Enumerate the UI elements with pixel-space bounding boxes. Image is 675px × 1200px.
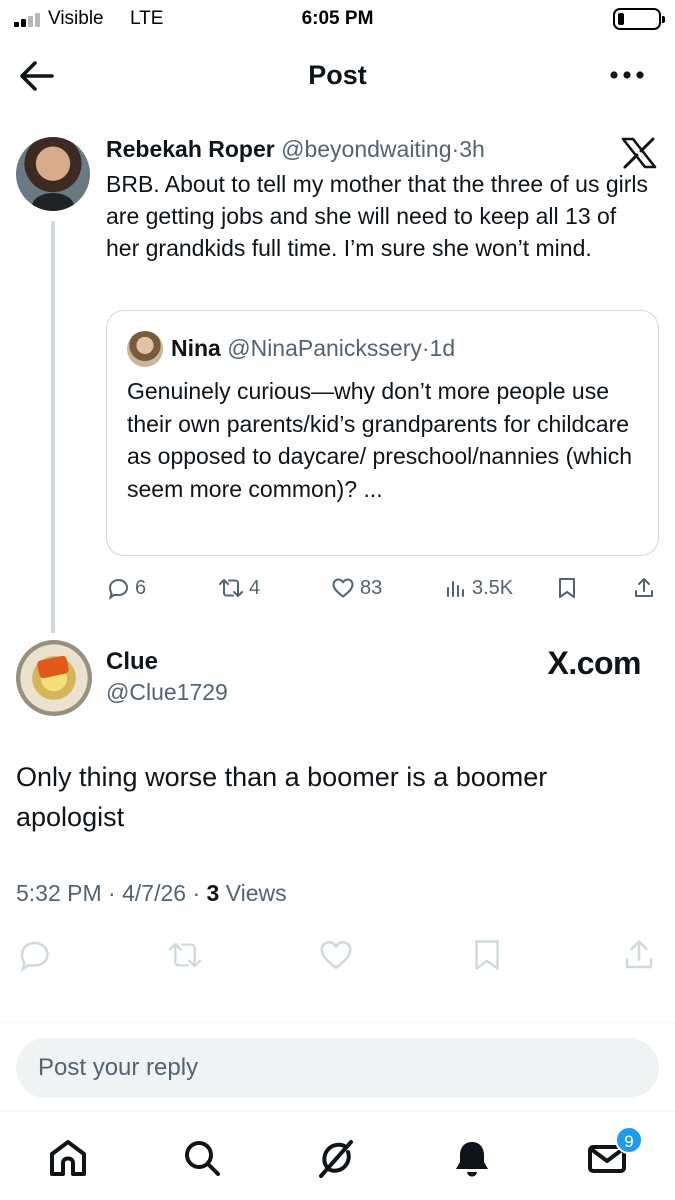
quoted-tweet-card[interactable]: Nina @NinaPanickssery·1d Genuinely curio…	[106, 310, 659, 556]
search-icon	[185, 1141, 220, 1176]
quoted-tweet-age: 1d	[429, 335, 456, 361]
reply-button[interactable]: 6	[106, 573, 146, 603]
post-header: Post	[0, 45, 675, 107]
main-tweet-text: Only thing worse than a boomer is a boom…	[16, 762, 548, 832]
main-like-button[interactable]	[318, 937, 354, 973]
bookmark-button[interactable]	[556, 573, 578, 603]
heart-icon	[332, 578, 354, 598]
avatar-clue[interactable]	[16, 640, 92, 716]
main-repost-button[interactable]	[167, 937, 203, 973]
main-bookmark-button[interactable]	[469, 937, 505, 973]
share-button[interactable]	[633, 573, 655, 603]
reply-count: 6	[135, 576, 147, 599]
views-chart-icon	[447, 581, 464, 597]
avatar-nina	[127, 331, 163, 367]
quoted-author-handle: @NinaPanickssery	[227, 335, 422, 361]
views-number: 3	[206, 880, 220, 906]
divider	[0, 1022, 675, 1023]
context-tweet-author-row: Rebekah Roper @beyondwaiting·3h	[106, 136, 485, 163]
bookmark-icon	[559, 578, 575, 598]
repost-count: 4	[249, 576, 261, 599]
thread-connector-line	[51, 221, 55, 633]
repost-button[interactable]: 4	[218, 573, 260, 603]
main-tweet-actions	[0, 937, 675, 977]
notifications-icon	[456, 1142, 488, 1177]
tweet-metadata: 5:32 PM · 4/7/26 · 3 Views	[16, 880, 287, 907]
author-handle[interactable]: @beyondwaiting	[281, 136, 451, 162]
share-icon	[625, 940, 653, 969]
author-name[interactable]: Rebekah Roper	[106, 136, 275, 162]
reply-input[interactable]: Post your reply	[16, 1038, 659, 1098]
tab-home[interactable]	[44, 1134, 92, 1182]
battery-icon	[613, 8, 665, 30]
context-tweet-text: BRB. About to tell my mother that the th…	[106, 171, 649, 261]
views-count: 3.5K	[472, 576, 514, 599]
reply-icon	[108, 578, 129, 600]
separator-dot: ·	[108, 880, 116, 906]
tab-search[interactable]	[178, 1134, 226, 1182]
reply-icon	[20, 941, 49, 973]
like-count: 83	[360, 576, 383, 599]
tab-grok[interactable]	[313, 1134, 361, 1182]
main-author-name[interactable]: Clue	[106, 648, 158, 676]
quoted-tweet-author-row: Nina @NinaPanickssery·1d	[171, 335, 455, 362]
tweet-date[interactable]: 4/7/26	[122, 880, 186, 906]
tweet-time[interactable]: 5:32 PM	[16, 880, 102, 906]
share-icon	[635, 578, 653, 597]
avatar-rebekah-roper[interactable]	[16, 137, 90, 211]
separator-dot: ·	[192, 880, 201, 906]
quoted-author-name: Nina	[171, 335, 221, 361]
status-time: 6:05 PM	[301, 8, 374, 29]
grok-icon	[319, 1140, 353, 1178]
tab-notifications[interactable]	[448, 1134, 496, 1182]
heart-icon	[320, 940, 352, 970]
home-icon	[50, 1140, 86, 1176]
main-share-button[interactable]	[621, 937, 657, 973]
bottom-tab-bar	[0, 1112, 675, 1200]
messages-badge: 9	[615, 1126, 643, 1154]
views-button[interactable]: 3.5K	[445, 573, 513, 603]
more-horizontal-icon	[610, 71, 644, 79]
page-title: Post	[308, 60, 367, 90]
tweet-age[interactable]: 3h	[459, 136, 485, 162]
main-reply-button[interactable]	[16, 937, 52, 973]
views-label: Views	[225, 880, 287, 906]
reply-placeholder: Post your reply	[38, 1054, 199, 1081]
like-button[interactable]: 83	[331, 573, 382, 603]
more-options-button[interactable]	[609, 65, 645, 85]
x-com-watermark: X.com	[547, 645, 641, 681]
quoted-tweet-text: Genuinely curious—why don’t more people …	[127, 378, 633, 502]
x-logo-icon	[621, 137, 657, 169]
bookmark-icon	[475, 940, 499, 970]
repost-icon	[219, 579, 243, 597]
separator-dot: ·	[421, 335, 430, 361]
status-bar: Visible LTE 6:05 PM	[0, 0, 675, 40]
repost-icon	[168, 942, 202, 968]
main-author-handle[interactable]: @Clue1729	[106, 679, 228, 706]
